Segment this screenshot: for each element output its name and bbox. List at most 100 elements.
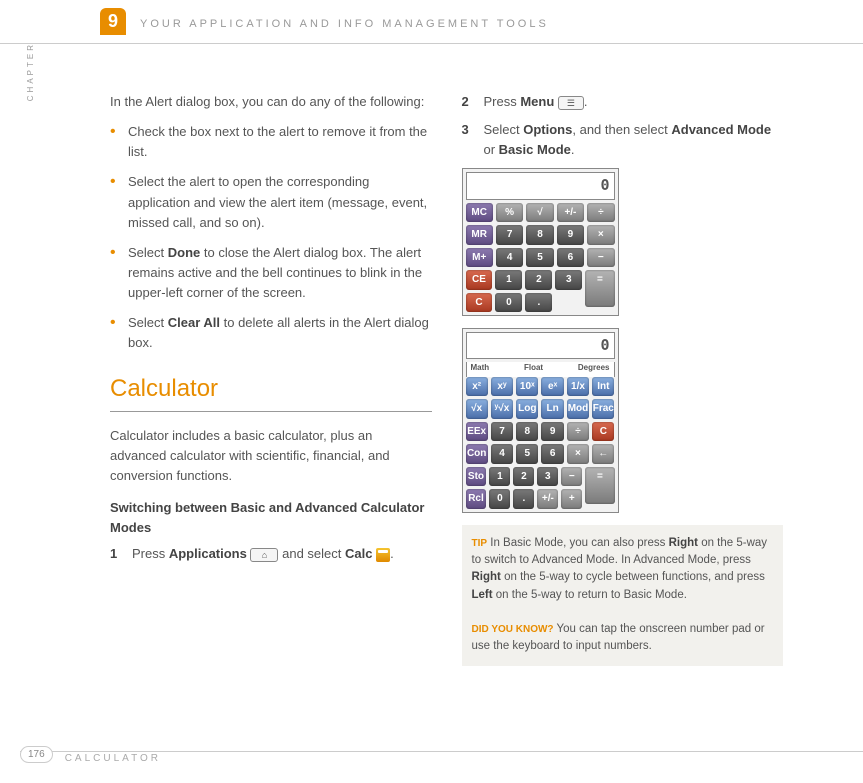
step-3-post: . xyxy=(571,142,575,157)
chapter-badge: 9 xyxy=(100,8,126,35)
key-a4: 4 xyxy=(491,444,513,464)
key-equals: = xyxy=(585,270,614,307)
key-x2: x² xyxy=(466,377,488,397)
key-sqrt: √ xyxy=(526,203,553,223)
key-a6: 6 xyxy=(541,444,563,464)
intro-text: In the Alert dialog box, you can do any … xyxy=(110,92,432,112)
page-number: 176 xyxy=(20,746,53,763)
key-1: 1 xyxy=(495,270,522,290)
chapter-label-vertical: CHAPTER xyxy=(26,42,35,101)
step-3: 3 Select Options, and then select Advanc… xyxy=(462,120,784,160)
key-apm: +/- xyxy=(537,489,558,509)
left-column: In the Alert dialog box, you can do any … xyxy=(110,92,432,666)
step-1-post: . xyxy=(390,546,394,561)
basic-mode-bold: Basic Mode xyxy=(499,142,571,157)
key-sub: − xyxy=(587,248,614,268)
options-bold: Options xyxy=(523,122,572,137)
tip-box: TIP In Basic Mode, you can also press Ri… xyxy=(462,525,784,666)
menu-bold: Menu xyxy=(520,94,554,109)
key-0: 0 xyxy=(495,293,522,313)
key-a2: 2 xyxy=(513,467,534,487)
key-ln: Ln xyxy=(541,399,563,419)
key-mod: Mod xyxy=(567,399,589,419)
key-amul: × xyxy=(567,444,589,464)
step-1-num: 1 xyxy=(110,544,117,564)
advanced-calculator-image: 0 Math Float Degrees x² xʸ 10ˣ eˣ 1/x In… xyxy=(462,328,619,513)
right-column: 2 Press Menu ☰. 3 Select Options, and th… xyxy=(462,92,784,666)
bullet-4-bold: Clear All xyxy=(168,315,220,330)
tip-b1: Right xyxy=(669,537,698,549)
key-c: C xyxy=(466,293,493,313)
step-2: 2 Press Menu ☰. xyxy=(462,92,784,112)
key-plusminus: +/- xyxy=(557,203,584,223)
bullet-list: Check the box next to the alert to remov… xyxy=(110,122,432,353)
tip-b3: Left xyxy=(472,589,493,601)
dyk-label: DID YOU KNOW? xyxy=(472,624,554,635)
key-3: 3 xyxy=(555,270,582,290)
step-2-pre: Press xyxy=(484,94,521,109)
key-5: 5 xyxy=(526,248,553,268)
key-a1: 1 xyxy=(489,467,510,487)
key-ce: CE xyxy=(466,270,493,290)
section-heading-calculator: Calculator xyxy=(110,370,432,407)
section-rule xyxy=(110,411,432,412)
key-div: ÷ xyxy=(587,203,614,223)
key-aeq: = xyxy=(585,467,614,504)
basic-calculator-image: 0 MC % √ +/- ÷ MR 7 8 9 × M+ 4 xyxy=(462,168,619,316)
key-ex: eˣ xyxy=(541,377,563,397)
key-aplus: + xyxy=(561,489,582,509)
adv-display: 0 xyxy=(466,332,615,359)
tip-t1: In Basic Mode, you can also press xyxy=(490,537,668,549)
tip-t4: on the 5-way to return to Basic Mode. xyxy=(493,589,687,601)
step-3-mid1: , and then select xyxy=(572,122,671,137)
key-a3: 3 xyxy=(537,467,558,487)
key-2: 2 xyxy=(525,270,552,290)
bullet-4: Select Clear All to delete all alerts in… xyxy=(110,313,432,353)
key-xy: xʸ xyxy=(491,377,513,397)
key-ac: C xyxy=(592,422,614,442)
key-a7: 7 xyxy=(491,422,513,442)
basic-display: 0 xyxy=(466,172,615,199)
key-4: 4 xyxy=(496,248,523,268)
mode-math: Math xyxy=(471,362,490,374)
key-con: Con xyxy=(466,444,488,464)
subhead-switching-modes: Switching between Basic and Advanced Cal… xyxy=(110,498,432,538)
bullet-3: Select Done to close the Alert dialog bo… xyxy=(110,243,432,303)
key-back: ← xyxy=(592,444,614,464)
key-log: Log xyxy=(516,399,538,419)
key-adot: . xyxy=(513,489,534,509)
key-yrtx: ʸ√x xyxy=(491,399,513,419)
key-frac: Frac xyxy=(592,399,614,419)
calc-icon xyxy=(376,548,390,562)
key-percent: % xyxy=(496,203,523,223)
step-2-num: 2 xyxy=(462,92,469,112)
page-header: 9 YOUR APPLICATION AND INFO MANAGEMENT T… xyxy=(0,0,863,44)
key-8: 8 xyxy=(526,225,553,245)
page-footer: 176 CALCULATOR xyxy=(20,751,863,773)
step-3-pre: Select xyxy=(484,122,524,137)
key-eex: EEx xyxy=(466,422,488,442)
mode-float: Float xyxy=(524,362,543,374)
tip-t3: on the 5-way to cycle between functions,… xyxy=(501,571,765,583)
bullet-3-bold: Done xyxy=(168,245,201,260)
step-3-mid2: or xyxy=(484,142,499,157)
mode-degrees: Degrees xyxy=(578,362,610,374)
step-1-mid: and select xyxy=(282,546,345,561)
key-mc: MC xyxy=(466,203,493,223)
key-6: 6 xyxy=(557,248,584,268)
key-mr: MR xyxy=(466,225,493,245)
applications-icon: ⌂ xyxy=(250,548,278,562)
header-title: YOUR APPLICATION AND INFO MANAGEMENT TOO… xyxy=(140,18,549,30)
advanced-mode-bold: Advanced Mode xyxy=(671,122,771,137)
key-a8: 8 xyxy=(516,422,538,442)
key-dot: . xyxy=(525,293,552,313)
key-a9: 9 xyxy=(541,422,563,442)
key-mplus: M+ xyxy=(466,248,493,268)
key-mul: × xyxy=(587,225,614,245)
key-rcl: Rcl xyxy=(466,489,487,509)
key-asub: − xyxy=(561,467,582,487)
bullet-2: Select the alert to open the correspondi… xyxy=(110,172,432,232)
key-9: 9 xyxy=(557,225,584,245)
key-sqrtx: √x xyxy=(466,399,488,419)
step-3-num: 3 xyxy=(462,120,469,140)
